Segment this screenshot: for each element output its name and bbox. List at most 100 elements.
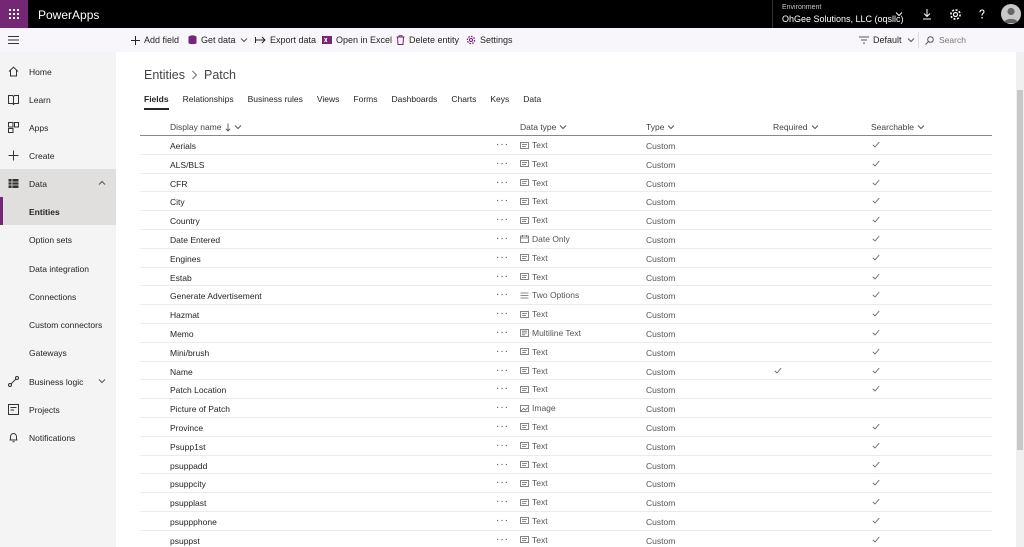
table-row[interactable]: Province ··· Text Custom <box>140 418 992 437</box>
view-selector[interactable]: Default <box>859 33 919 47</box>
tab-charts[interactable]: Charts <box>451 94 476 110</box>
table-row[interactable]: Name ··· Text Custom <box>140 362 992 381</box>
table-row[interactable]: Aerials ··· Text Custom <box>140 136 992 155</box>
table-row[interactable]: psuppphone ··· Text Custom <box>140 512 992 531</box>
field-display-name[interactable]: psuppst <box>170 536 200 546</box>
field-display-name[interactable]: Engines <box>170 254 201 264</box>
table-row[interactable]: Patch Location ··· Text Custom <box>140 380 992 400</box>
table-row[interactable]: Picture of Patch ··· Image Custom <box>140 399 992 418</box>
more-options-button[interactable]: ··· <box>496 252 509 263</box>
app-launcher-button[interactable] <box>0 0 28 28</box>
tab-relationships[interactable]: Relationships <box>183 94 234 110</box>
table-row[interactable]: psupplast ··· Text Custom <box>140 493 992 512</box>
field-display-name[interactable]: CFR <box>170 179 187 189</box>
more-options-button[interactable]: ··· <box>496 327 509 338</box>
more-options-button[interactable]: ··· <box>496 195 509 206</box>
scrollbar-thumb[interactable] <box>1017 90 1023 450</box>
tab-views[interactable]: Views <box>317 94 340 110</box>
settings-button[interactable]: Settings <box>466 33 513 47</box>
nav-item-option-sets[interactable]: Option sets <box>0 225 116 253</box>
tab-business-rules[interactable]: Business rules <box>248 94 303 110</box>
table-row[interactable]: ALS/BLS ··· Text Custom <box>140 155 992 174</box>
app-title[interactable]: PowerApps <box>38 8 99 22</box>
table-row[interactable]: City ··· Text Custom <box>140 192 992 212</box>
table-row[interactable]: psuppcity ··· Text Custom <box>140 474 992 494</box>
delete-entity-button[interactable]: Delete entity <box>396 33 459 47</box>
more-options-button[interactable]: ··· <box>496 214 509 225</box>
field-display-name[interactable]: Memo <box>170 329 194 339</box>
nav-item-business-logic[interactable]: Business logic <box>0 367 116 395</box>
field-display-name[interactable]: Estab <box>170 273 192 283</box>
more-options-button[interactable]: ··· <box>496 459 509 470</box>
field-display-name[interactable]: Country <box>170 216 200 226</box>
more-options-button[interactable]: ··· <box>496 440 509 451</box>
field-display-name[interactable]: Date Entered <box>170 235 220 245</box>
table-row[interactable]: Generate Advertisement ··· Two Options Cust… <box>140 286 992 306</box>
tab-dashboards[interactable]: Dashboards <box>392 94 438 110</box>
nav-item-gateways[interactable]: Gateways <box>0 338 116 366</box>
table-row[interactable]: Engines ··· Text Custom <box>140 249 992 268</box>
column-header-searchable[interactable]: Searchable <box>871 122 925 132</box>
field-display-name[interactable]: Picture of Patch <box>170 404 230 414</box>
download-icon[interactable] <box>920 7 934 21</box>
column-header-data-type[interactable]: Data type <box>520 122 567 132</box>
hamburger-menu-icon[interactable] <box>8 35 19 45</box>
table-row[interactable]: Date Entered ··· Date Only Custom <box>140 230 992 249</box>
table-row[interactable]: psuppst ··· Text Custom <box>140 531 992 547</box>
nav-item-create[interactable]: Create <box>0 141 116 169</box>
more-options-button[interactable]: ··· <box>496 289 509 300</box>
table-row[interactable]: Country ··· Text Custom <box>140 211 992 230</box>
field-display-name[interactable]: Province <box>170 423 203 433</box>
more-options-button[interactable]: ··· <box>496 158 509 169</box>
column-header-display-name[interactable]: Display name <box>170 122 242 132</box>
more-options-button[interactable]: ··· <box>496 346 509 357</box>
open-in-excel-button[interactable]: Open in Excel <box>322 33 392 47</box>
more-options-button[interactable]: ··· <box>496 496 509 507</box>
help-icon[interactable] <box>975 7 989 21</box>
more-options-button[interactable]: ··· <box>496 177 509 188</box>
more-options-button[interactable]: ··· <box>496 365 509 376</box>
tab-forms[interactable]: Forms <box>353 94 377 110</box>
table-row[interactable]: Mini/brush ··· Text Custom <box>140 343 992 362</box>
field-display-name[interactable]: psupplast <box>170 498 206 508</box>
export-data-button[interactable]: Export data <box>255 33 316 47</box>
nav-item-notifications[interactable]: Notifications <box>0 423 116 451</box>
more-options-button[interactable]: ··· <box>496 383 509 394</box>
table-row[interactable]: psuppadd ··· Text Custom <box>140 456 992 475</box>
more-options-button[interactable]: ··· <box>496 139 509 150</box>
gear-icon[interactable] <box>948 7 962 21</box>
nav-item-home[interactable]: Home <box>0 57 116 85</box>
field-display-name[interactable]: Generate Advertisement <box>170 291 262 301</box>
table-row[interactable]: Estab ··· Text Custom <box>140 268 992 287</box>
table-row[interactable]: CFR ··· Text Custom <box>140 174 992 193</box>
field-display-name[interactable]: psuppadd <box>170 461 207 471</box>
field-display-name[interactable]: City <box>170 197 185 207</box>
search-input[interactable]: Search <box>918 32 1018 48</box>
field-display-name[interactable]: Name <box>170 367 193 377</box>
avatar-icon[interactable] <box>1001 4 1021 24</box>
vertical-scrollbar[interactable] <box>1016 52 1024 547</box>
more-options-button[interactable]: ··· <box>496 534 509 545</box>
environment-picker[interactable]: Environment OhGee Solutions, LLC (oqsllc… <box>772 0 910 28</box>
column-header-type[interactable]: Type <box>646 122 675 132</box>
more-options-button[interactable]: ··· <box>496 308 509 319</box>
nav-item-apps[interactable]: Apps <box>0 113 116 141</box>
nav-item-projects[interactable]: Projects <box>0 395 116 423</box>
field-display-name[interactable]: Psupp1st <box>170 442 205 452</box>
field-display-name[interactable]: Aerials <box>170 141 196 151</box>
more-options-button[interactable]: ··· <box>496 421 509 432</box>
field-display-name[interactable]: Hazmat <box>170 310 199 320</box>
more-options-button[interactable]: ··· <box>496 271 509 282</box>
nav-item-entities[interactable]: Entities <box>0 197 116 225</box>
field-display-name[interactable]: Mini/brush <box>170 348 209 358</box>
tab-fields[interactable]: Fields <box>144 94 169 110</box>
more-options-button[interactable]: ··· <box>496 515 509 526</box>
add-field-button[interactable]: Add field <box>131 33 179 47</box>
table-row[interactable]: Psupp1st ··· Text Custom <box>140 437 992 456</box>
column-header-required[interactable]: Required <box>773 122 819 132</box>
nav-item-data[interactable]: Data <box>0 169 116 197</box>
more-options-button[interactable]: ··· <box>496 233 509 244</box>
nav-item-connections[interactable]: Connections <box>0 282 116 310</box>
get-data-button[interactable]: Get data <box>188 33 252 47</box>
table-row[interactable]: Memo ··· Multiline Text Custom <box>140 324 992 343</box>
